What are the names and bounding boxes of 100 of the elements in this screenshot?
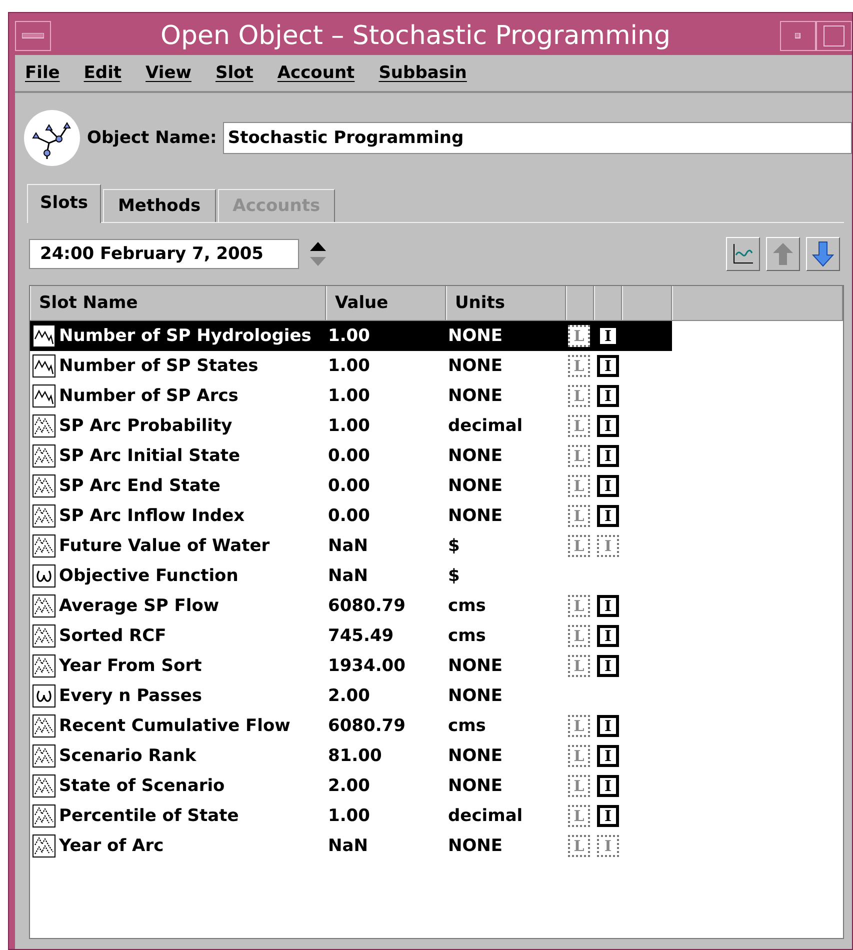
slot-value: 0.00 [328, 476, 370, 496]
down-arrow-icon [811, 240, 835, 268]
column-header[interactable]: Units [446, 286, 566, 320]
line-chart-icon [731, 242, 755, 266]
dotted-graph-icon [32, 654, 56, 678]
flag-indicator: L [568, 385, 590, 407]
slot-value: 0.00 [328, 446, 370, 466]
dotted-graph-icon [32, 714, 56, 738]
flag-indicator: I [597, 835, 619, 857]
slot-value: 6080.79 [328, 596, 406, 616]
slot-units: NONE [448, 686, 503, 706]
dotted-graph-icon [32, 624, 56, 648]
dotted-graph-icon [32, 444, 56, 468]
object-name-label: Object Name: [87, 128, 217, 148]
flag-indicator: L [568, 355, 590, 377]
dotted-graph-icon [32, 834, 56, 858]
dotted-graph-icon [32, 594, 56, 618]
slot-value: 0.00 [328, 506, 370, 526]
slot-value: NaN [328, 836, 368, 856]
slot-value: NaN [328, 566, 368, 586]
slot-units: NONE [448, 476, 503, 496]
dotted-graph-icon [32, 744, 56, 768]
slot-value: 6080.79 [328, 716, 406, 736]
object-name-field[interactable]: Stochastic Programming [222, 122, 852, 154]
flag-indicator: I [597, 445, 619, 467]
slot-name: Future Value of Water [59, 536, 270, 556]
dotted-graph-icon [32, 474, 56, 498]
flag-indicator: I [597, 415, 619, 437]
slot-name: SP Arc Inflow Index [59, 506, 245, 526]
tab[interactable]: Slots [27, 184, 101, 223]
flag-indicator: I [597, 535, 619, 557]
menu-item[interactable]: Account [277, 63, 355, 83]
menu-item[interactable]: File [25, 63, 60, 83]
dotted-graph-icon [32, 774, 56, 798]
date-field[interactable]: 24:00 February 7, 2005 [29, 239, 299, 269]
column-header[interactable] [566, 286, 594, 320]
menu-item[interactable]: Subbasin [378, 63, 467, 83]
slot-value: 1934.00 [328, 656, 406, 676]
slot-name: Average SP Flow [59, 596, 220, 616]
flag-indicator: I [597, 745, 619, 767]
menu-item[interactable]: Edit [84, 63, 122, 83]
network-icon [23, 109, 81, 167]
slot-value: 1.00 [328, 326, 370, 346]
flag-indicator: I [597, 475, 619, 497]
flag-indicator: L [568, 505, 590, 527]
flag-indicator: I [597, 715, 619, 737]
slot-name: Number of SP Arcs [59, 386, 238, 406]
plot-button[interactable] [726, 237, 760, 271]
slot-value: 1.00 [328, 806, 370, 826]
flag-indicator: L [568, 775, 590, 797]
slot-units: NONE [448, 386, 503, 406]
slot-units: NONE [448, 746, 503, 766]
flag-indicator: L [568, 715, 590, 737]
up-arrow-button[interactable] [766, 237, 800, 271]
maximize-button[interactable] [816, 21, 852, 51]
table-row[interactable]: Number of SP Hydrologies 1.00 NONE L I [30, 321, 672, 351]
slot-name: Percentile of State [59, 806, 239, 826]
flag-indicator: I [597, 595, 619, 617]
flag-indicator: L [568, 325, 590, 347]
slot-value: 2.00 [328, 686, 370, 706]
slot-units: $ [448, 536, 460, 556]
tab[interactable]: Methods [103, 189, 216, 222]
menu-item[interactable]: Slot [215, 63, 254, 83]
slot-name: SP Arc Probability [59, 416, 232, 436]
slot-name: Every n Passes [59, 686, 202, 706]
flag-indicator: L [568, 625, 590, 647]
flag-indicator: L [568, 655, 590, 677]
flag-indicator: L [568, 445, 590, 467]
slot-units: cms [448, 716, 486, 736]
slot-units: cms [448, 596, 486, 616]
flag-indicator: L [568, 805, 590, 827]
slot-units: NONE [448, 446, 503, 466]
slot-value: 1.00 [328, 386, 370, 406]
slot-units: decimal [448, 416, 523, 436]
omega-icon [32, 684, 56, 708]
square-icon [823, 25, 845, 47]
slot-name: Year From Sort [59, 656, 202, 676]
dotted-graph-icon [32, 414, 56, 438]
column-header[interactable]: Slot Name [30, 286, 326, 320]
slot-name: Year of Arc [59, 836, 164, 856]
up-arrow-icon [771, 241, 795, 267]
slot-units: NONE [448, 326, 503, 346]
slot-name: Objective Function [59, 566, 238, 586]
dotted-graph-icon [32, 504, 56, 528]
slot-units: NONE [448, 356, 503, 376]
column-header[interactable]: Value [326, 286, 446, 320]
minimize-button[interactable] [780, 21, 816, 51]
window-menu-button[interactable] [15, 21, 51, 51]
omega-icon [32, 564, 56, 588]
flag-indicator: L [568, 595, 590, 617]
slot-name: Scenario Rank [59, 746, 196, 766]
slot-units: $ [448, 566, 460, 586]
flag-indicator: I [597, 355, 619, 377]
slot-units: cms [448, 626, 486, 646]
column-header[interactable] [594, 286, 622, 320]
flag-indicator: I [597, 625, 619, 647]
flag-indicator: L [568, 835, 590, 857]
menu-item[interactable]: View [146, 63, 192, 83]
down-arrow-button[interactable] [806, 237, 840, 271]
flag-indicator: I [597, 325, 619, 347]
